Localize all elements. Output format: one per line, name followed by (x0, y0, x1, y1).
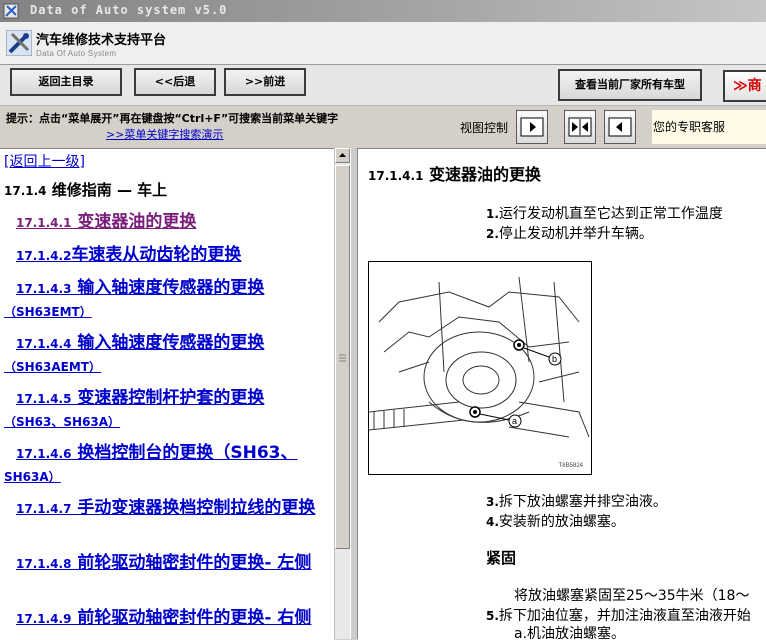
step-4: 4.安装新的放油螺塞。 (486, 511, 625, 531)
nav-item-model: SH63A） (4, 470, 61, 484)
nav-item-label: 车速表从动齿轮的更换 (71, 245, 242, 265)
back-up-link[interactable]: [返回上一级] (4, 151, 85, 171)
step-number: 5. (486, 609, 499, 623)
app-icon (3, 3, 19, 19)
window-titlebar: Data of Auto system v5.0 (0, 0, 766, 22)
search-hint: 提示：点击“菜单展开”再在键盘按“Ctrl+F”可搜索当前菜单关键字 (6, 112, 339, 125)
view-expand-right-button[interactable] (516, 110, 548, 144)
step-5: 5.拆下加油位塞，并加注油液直至油液开始 (486, 605, 751, 625)
split-arrows-icon (568, 117, 592, 137)
nav-item-4[interactable]: 17.1.4.4 输入轴速度传感器的更换 （SH63AEMT） (4, 332, 332, 378)
step-number: 1. (486, 207, 499, 221)
nav-item-9[interactable]: 17.1.4.9 前轮驱动轴密封件的更换- 右侧 (4, 607, 332, 630)
nav-item-number: 17.1.4.5 (16, 392, 72, 406)
content-title-number: 17.1.4.1 (368, 169, 424, 183)
nav-item-label: 换档控制台的更换（SH63、 (71, 443, 298, 463)
torque-spec: 将放油螺塞紧固至25～35牛米（18～ (514, 588, 750, 604)
step-2: 2.停止发动机并举升车辆。 (486, 223, 653, 243)
hint-bar: 提示：点击“菜单展开”再在键盘按“Ctrl+F”可搜索当前菜单关键字 >>菜单关… (0, 106, 766, 152)
nav-item-6[interactable]: 17.1.4.6 换档控制台的更换（SH63、 SH63A） (4, 442, 332, 488)
scroll-up-button[interactable] (335, 148, 350, 163)
window-title: Data of Auto system v5.0 (30, 3, 228, 17)
content-title-text: 变速器油的更换 (423, 165, 542, 184)
nav-item-number: 17.1.4.6 (16, 447, 72, 461)
nav-item-model: （SH63、SH63A） (4, 415, 121, 429)
nav-item-label: 输入轴速度传感器的更换 (71, 333, 265, 353)
step-text: 拆下加油位塞，并加注油液直至油液开始 (498, 608, 751, 624)
left-nav-pane: [返回上一级] 17.1.4 维修指南 — 车上 17.1.4.1 变速器油的更… (0, 148, 334, 640)
scroll-thumb[interactable] (335, 165, 350, 549)
forward-button[interactable]: >>前进 (224, 68, 306, 96)
nav-item-model: （SH63EMT） (4, 305, 92, 319)
nav-item-number: 17.1.4.4 (16, 337, 72, 351)
nav-item-1[interactable]: 17.1.4.1 变速器油的更换 (4, 211, 332, 234)
red-nav-button[interactable]: ≫商 (723, 70, 766, 102)
tighten-heading: 紧固 (486, 549, 517, 567)
customer-service-link[interactable]: 您的专职客服 (652, 110, 766, 144)
transmission-drawing: b a (368, 276, 590, 438)
nav-item-number: 17.1.4.1 (16, 216, 72, 230)
nav-item-number: 17.1.4.8 (16, 557, 72, 571)
nav-item-number: 17.1.4.9 (16, 612, 72, 626)
left-pane-scrollbar[interactable] (334, 148, 351, 639)
app-name: 汽车维修技术支持平台 (36, 33, 167, 48)
toolbar: 返回主目录 <<后退 >>前进 查看当前厂家所有车型 (0, 65, 766, 106)
nav-item-7[interactable]: 17.1.4.7 手动变速器换档控制拉线的更换 (4, 497, 332, 520)
step-number: 3. (486, 495, 499, 509)
nav-item-label: 前轮驱动轴密封件的更换- 右侧 (71, 608, 312, 628)
nav-item-number: 17.1.4.3 (16, 282, 72, 296)
callout-b-label: b (552, 354, 557, 364)
nav-item-8[interactable]: 17.1.4.8 前轮驱动轴密封件的更换- 左侧 (4, 552, 332, 575)
view-split-button[interactable] (564, 110, 596, 144)
nav-item-label: 变速器控制杆护套的更换 (71, 388, 265, 408)
arrow-left-icon (608, 117, 632, 137)
nav-item-label: 输入轴速度传感器的更换 (71, 278, 265, 298)
nav-item-5[interactable]: 17.1.4.5 变速器控制杆护套的更换 （SH63、SH63A） (4, 387, 332, 433)
view-control-label: 视图控制 (460, 121, 509, 135)
all-models-button[interactable]: 查看当前厂家所有车型 (558, 69, 702, 101)
nav-item-number: 17.1.4.7 (16, 502, 72, 516)
app-header: 汽车维修技术支持平台 Data Of Auto System (0, 22, 766, 65)
nav-item-label: 手动变速器换档控制拉线的更换 (71, 498, 316, 518)
content-title: 17.1.4.1 变速器油的更换 (368, 161, 541, 185)
nav-item-model: （SH63AEMT） (4, 360, 101, 374)
step-text: 拆下放油螺塞并排空油液。 (498, 494, 667, 510)
step-text: 安装新的放油螺塞。 (498, 514, 625, 530)
app-subtitle: Data Of Auto System (36, 49, 117, 58)
view-expand-left-button[interactable] (604, 110, 636, 144)
section-title: 17.1.4 维修指南 — 车上 (4, 179, 167, 200)
content-pane: 17.1.4.1 变速器油的更换 1.运行发动机直至它达到正常工作温度 2.停止… (358, 148, 766, 640)
section-title-text: 维修指南 — 车上 (46, 181, 168, 199)
step-1: 1.运行发动机直至它达到正常工作温度 (486, 203, 723, 223)
tools-logo-icon (6, 30, 32, 56)
step-text: 停止发动机并举升车辆。 (498, 226, 653, 242)
nav-item-label: 前轮驱动轴密封件的更换- 左侧 (71, 553, 312, 573)
triangle-up-icon (339, 153, 346, 157)
arrow-right-icon (520, 117, 544, 137)
figure-code: T8B5824 (558, 463, 583, 469)
nav-item-3[interactable]: 17.1.4.3 输入轴速度传感器的更换 （SH63EMT） (4, 277, 332, 323)
step-text: 运行发动机直至它达到正常工作温度 (498, 206, 723, 222)
drain-plug-illustration: b a T8B5824 (368, 261, 592, 475)
nav-item-number: 17.1.4.2 (16, 249, 72, 263)
step-5a: a.机油放油螺塞。 (514, 626, 626, 640)
home-button[interactable]: 返回主目录 (10, 68, 122, 96)
section-number: 17.1.4 (4, 184, 47, 198)
callout-a-label: a (512, 416, 517, 426)
pane-splitter[interactable] (350, 148, 358, 639)
nav-item-label: 变速器油的更换 (71, 212, 197, 232)
step-number: 2. (486, 227, 499, 241)
back-button[interactable]: <<后退 (134, 68, 216, 96)
grip-icon (339, 354, 346, 362)
step-3: 3.拆下放油螺塞并排空油液。 (486, 491, 667, 511)
step-number: 4. (486, 515, 499, 529)
nav-item-2[interactable]: 17.1.4.2车速表从动齿轮的更换 (4, 244, 332, 267)
search-demo-link[interactable]: >>菜单关键字搜索演示 (106, 126, 223, 142)
